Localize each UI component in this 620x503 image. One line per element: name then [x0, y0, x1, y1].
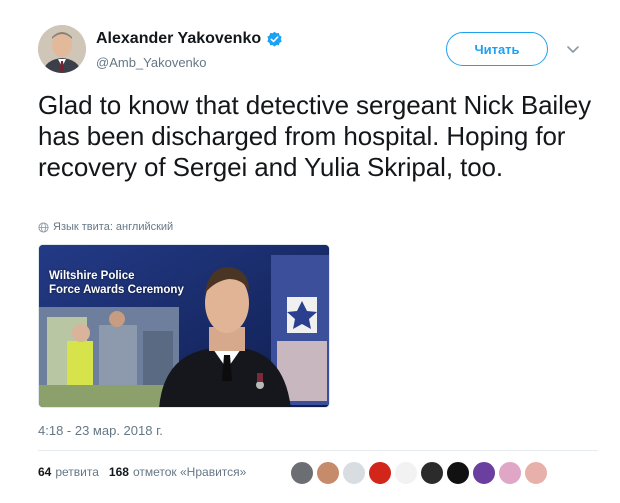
tweet-card: Alexander Yakovenko @Amb_Yakovenko Читат… [0, 0, 620, 503]
avatar-purple[interactable] [472, 461, 496, 485]
avatar-figure[interactable] [394, 461, 418, 485]
tweet-media-photo[interactable]: Wiltshire Police Force Awards Ceremony [38, 244, 330, 408]
media-caption-line1: Wiltshire Police [49, 270, 135, 282]
avatar-hammer-sickle[interactable] [368, 461, 392, 485]
likes-stat[interactable]: 168 отметок «Нравится» [109, 465, 246, 479]
media-caption-line2: Force Awards Ceremony [49, 284, 184, 296]
retweets-stat[interactable]: 64 ретвита [38, 465, 99, 479]
likes-label: отметок «Нравится» [132, 465, 247, 479]
author-handle[interactable]: @Amb_Yakovenko [96, 55, 207, 70]
avatar-woman[interactable] [316, 461, 340, 485]
avatar-light[interactable] [342, 461, 366, 485]
divider [38, 450, 598, 451]
chevron-down-icon[interactable] [566, 42, 580, 54]
avatar-pink-flower[interactable] [498, 461, 522, 485]
tweet-timestamp[interactable]: 4:18 - 23 мар. 2018 г. [38, 423, 163, 438]
avatar-pink[interactable] [524, 461, 548, 485]
avatar-black-figure[interactable] [446, 461, 470, 485]
language-label: Язык твита: английский [53, 221, 174, 233]
likes-count: 168 [108, 465, 129, 479]
author-avatar[interactable] [38, 25, 86, 73]
tweet-stats: 64 ретвита 168 отметок «Нравится» [38, 465, 256, 479]
tweet-text: Glad to know that detective sergeant Nic… [38, 90, 592, 182]
globe-icon [38, 221, 49, 233]
verified-badge-icon [266, 31, 283, 48]
liker-avatars [290, 461, 550, 485]
avatar-gray[interactable] [290, 461, 314, 485]
author-name-row: Alexander Yakovenko [96, 30, 283, 48]
tweet-language-note: Язык твита: английский [38, 221, 173, 233]
avatar-photo [38, 25, 86, 73]
follow-button[interactable]: Читать [446, 32, 548, 66]
author-display-name[interactable]: Alexander Yakovenko [96, 30, 261, 48]
media-caption: Wiltshire Police Force Awards Ceremony [49, 269, 184, 297]
retweets-label: ретвита [55, 465, 99, 479]
avatar-dark[interactable] [420, 461, 444, 485]
retweets-count: 64 [38, 465, 52, 479]
